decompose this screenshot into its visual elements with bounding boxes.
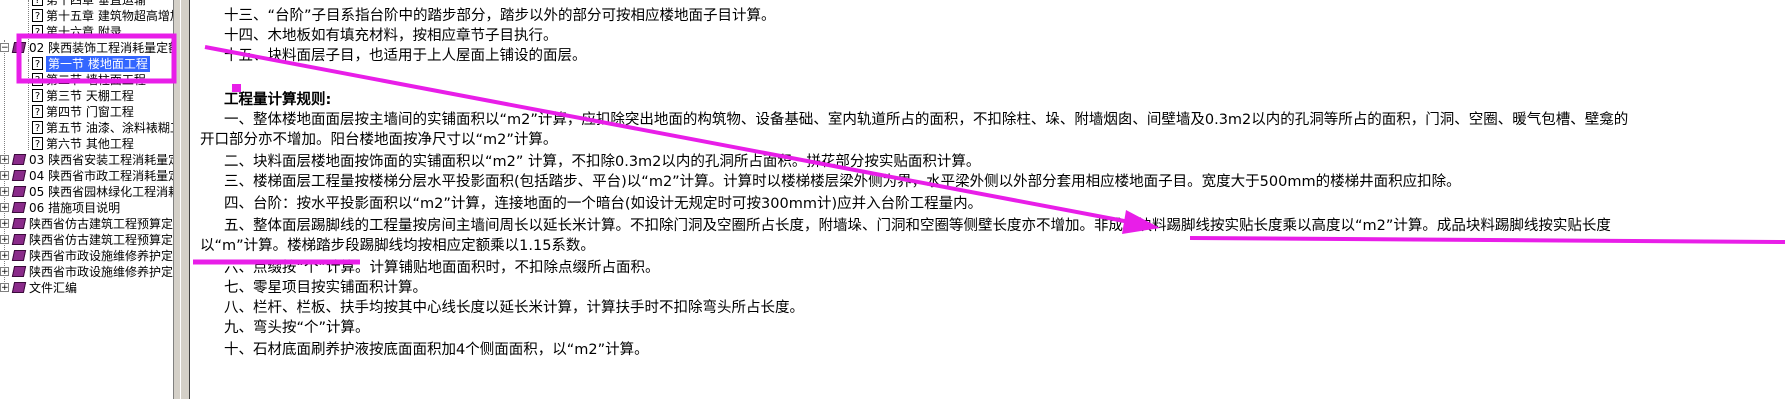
open-book-icon — [11, 42, 27, 53]
tree-node[interactable]: +03 陕西省安装工程消耗量定额 — [0, 152, 173, 168]
tree-node-floor-works[interactable]: ? 第一节 楼地面工程 — [32, 56, 150, 72]
rule-text: 一、整体楼地面面层按主墙间的实铺面积以“m2”计算，应扣除突出地面的构筑物、设备… — [224, 112, 1629, 128]
tree-guide-line — [28, 60, 29, 150]
tree-node[interactable]: +06 措施项目说明 — [0, 200, 120, 216]
tree-node[interactable]: ?第五节 油漆、涂料裱糊工程 — [32, 120, 173, 136]
book-icon — [11, 154, 27, 165]
book-icon — [11, 202, 27, 213]
tree-node[interactable]: ? 第十五章 建筑物超高增加 — [32, 8, 173, 24]
tree-node[interactable]: + 陕西省仿古建筑工程预算定额 — [0, 216, 173, 232]
rule-text: 八、栏杆、栏板、扶手均按其中心线长度以延长米计算，计算扶手时不扣除弯头所占长度。 — [224, 300, 804, 316]
rule-text: 十、石材底面刷养护液按底面面积加4个侧面面积，以“m2”计算。 — [224, 342, 649, 358]
book-icon — [11, 218, 27, 229]
document-icon: ? — [32, 57, 43, 70]
tree-node-decoration-norms[interactable]: −02 陕西装饰工程消耗量定额 — [0, 40, 173, 56]
rule-text: 十五、块料面层子目，也适用于上人屋面上铺设的面层。 — [224, 48, 587, 64]
book-icon — [11, 170, 27, 181]
document-icon: ? — [32, 73, 43, 86]
rule-text: 十三、“台阶”子目系指台阶中的踏步部分，踏步以外的部分可按相应楼地面子目计算。 — [224, 8, 776, 24]
document-icon: ? — [32, 137, 43, 150]
collapse-toggle-icon[interactable]: − — [0, 43, 9, 53]
book-icon — [11, 266, 27, 277]
rule-text: 六、点缀按“个”计算。计算铺贴地面面积时，不扣除点缀所占面积。 — [224, 260, 660, 276]
book-icon — [11, 250, 27, 261]
tree-node[interactable]: ? 第三节 天棚工程 — [32, 88, 134, 104]
tree-node[interactable]: + 陕西省仿古建筑工程预算定额 — [0, 232, 173, 248]
tree-node[interactable]: ? 第二节 墙柱面工程 — [32, 72, 146, 88]
pane-splitter[interactable] — [173, 0, 190, 399]
tree-node[interactable]: +04 陕西省市政工程消耗量定额 — [0, 168, 173, 184]
document-icon: ? — [32, 121, 43, 134]
document-icon: ? — [32, 9, 43, 22]
tree-pane[interactable]: ? 第十四章 垂直运输 ? 第十五章 建筑物超高增加 ? 第十六章 附录 −02 陕西… — [0, 0, 173, 399]
expand-toggle-icon[interactable]: + — [0, 203, 9, 213]
book-icon — [11, 282, 27, 293]
rule-text: 十四、木地板如有填充材料，按相应章节子目执行。 — [224, 28, 558, 44]
expand-toggle-icon[interactable]: + — [0, 251, 9, 261]
tree-node[interactable]: ? 第四节 门窗工程 — [32, 104, 134, 120]
rule-text: 三、楼梯面层工程量按楼梯分层水平投影面积(包括踏步、平台)以“m2”计算。计算时… — [224, 174, 1461, 190]
rule-text: 二、块料面层楼地面按饰面的实铺面积以“m2” 计算，不扣除0.3m2以内的孔洞所… — [224, 154, 981, 170]
tree-node[interactable]: + 陕西省市政设施维修养护定额 — [0, 248, 173, 264]
document-icon: ? — [32, 105, 43, 118]
expand-toggle-icon[interactable]: + — [0, 219, 9, 229]
rule-text: 以“m”计算。楼梯踏步段踢脚线均按相应定额乘以1.15系数。 — [200, 238, 595, 254]
rule-text: 七、零星项目按实铺面积计算。 — [224, 280, 427, 296]
tree-node[interactable]: ? 第十六章 附录 — [32, 24, 122, 40]
rule-text: 九、弯头按“个”计算。 — [224, 320, 370, 336]
document-icon: ? — [32, 89, 43, 102]
expand-toggle-icon[interactable]: + — [0, 187, 9, 197]
tree-node[interactable]: ? 第六节 其他工程 — [32, 136, 134, 152]
document-content: 十三、“台阶”子目系指台阶中的踏步部分，踏步以外的部分可按相应楼地面子目计算。 … — [190, 0, 1788, 399]
expand-toggle-icon[interactable]: + — [0, 155, 9, 165]
section-heading: 工程量计算规则: — [224, 92, 332, 108]
tree-node[interactable]: + 文件汇编 — [0, 280, 77, 296]
expand-toggle-icon[interactable]: + — [0, 171, 9, 181]
book-icon — [11, 234, 27, 245]
tree-node[interactable]: + 陕西省市政设施维修养护定额 — [0, 264, 173, 280]
rule-text: 五、整体面层踢脚线的工程量按房间主墙间周长以延长米计算。不扣除门洞及空圈所占长度… — [224, 218, 1611, 234]
expand-toggle-icon[interactable]: + — [0, 267, 9, 277]
expand-toggle-icon[interactable]: + — [0, 235, 9, 245]
book-icon — [11, 186, 27, 197]
expand-toggle-icon[interactable]: + — [0, 283, 9, 293]
document-icon: ? — [32, 0, 43, 6]
tree-node[interactable]: +05 陕西省园林绿化工程消耗量 — [0, 184, 173, 200]
rule-text: 开口部分亦不增加。阳台楼地面按净尺寸以“m2”计算。 — [200, 132, 558, 148]
rule-text: 四、台阶：按水平投影面积以“m2”计算，连接地面的一个暗台(如设计无规定时可按3… — [224, 196, 983, 212]
tree-node[interactable]: ? 第十四章 垂直运输 — [32, 0, 146, 8]
document-icon: ? — [32, 25, 43, 38]
